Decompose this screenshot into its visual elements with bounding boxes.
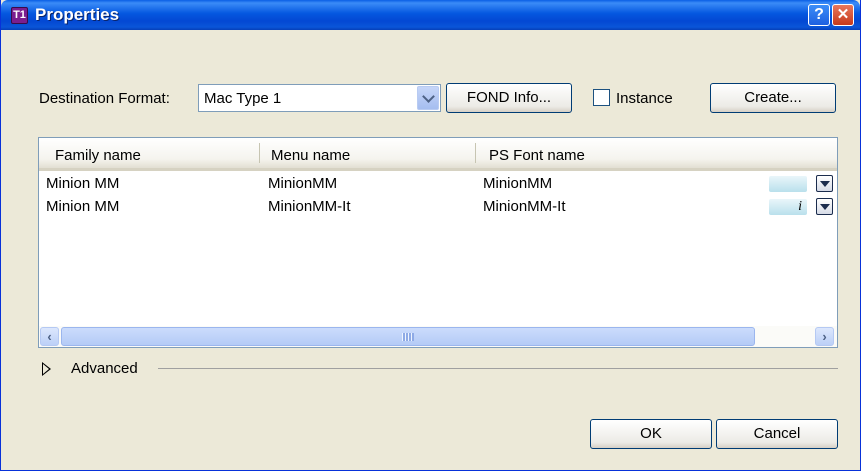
font-list[interactable]: Family name Menu name PS Font name Minio… [38,137,838,348]
fond-info-button[interactable]: FOND Info... [446,83,572,113]
list-header: Family name Menu name PS Font name [39,138,837,171]
row-family-name: Minion MM [46,198,120,215]
window-title: Properties [35,5,120,24]
ok-button[interactable]: OK [590,419,712,449]
app-logo-icon: T1 [11,7,28,24]
column-header-family[interactable]: Family name [55,147,141,164]
instance-checkbox[interactable] [593,89,610,106]
column-divider[interactable] [475,143,476,163]
grip-icon [402,333,414,341]
destination-format-value: Mac Type 1 [204,90,282,107]
cancel-button[interactable]: Cancel [716,419,838,449]
row-ps-font-name: MinionMM [483,175,553,192]
advanced-divider [158,368,838,369]
row-family-name: Minion MM [46,175,120,192]
scroll-right-icon[interactable]: › [815,327,834,346]
title-bar[interactable]: T1 Properties ? ✕ [1,0,860,30]
close-button[interactable]: ✕ [832,4,854,26]
create-button[interactable]: Create... [710,83,836,113]
row-ps-font-name: MinionMM-It [483,198,566,215]
row-menu-name: MinionMM-It [268,198,351,215]
row-dropdown-icon[interactable] [816,198,833,215]
style-badge [769,176,807,192]
italic-style-badge: i [769,199,807,215]
column-header-ps[interactable]: PS Font name [489,147,585,164]
row-menu-name: MinionMM [268,175,338,192]
properties-dialog: T1 Properties ? ✕ Destination Format: Ma… [0,0,861,471]
chevron-down-icon[interactable] [417,86,439,110]
row-dropdown-icon[interactable] [816,175,833,192]
horizontal-scrollbar[interactable]: ‹ › [39,326,837,347]
destination-format-select[interactable]: Mac Type 1 [198,84,441,112]
destination-format-label: Destination Format: [39,90,170,107]
scroll-left-icon[interactable]: ‹ [40,327,59,346]
scrollbar-thumb[interactable] [61,327,755,346]
help-button[interactable]: ? [808,4,830,26]
advanced-section-label[interactable]: Advanced [71,360,138,377]
expand-triangle-icon[interactable] [42,362,51,376]
instance-label: Instance [616,90,673,107]
column-divider[interactable] [259,143,260,163]
column-header-menu[interactable]: Menu name [271,147,350,164]
